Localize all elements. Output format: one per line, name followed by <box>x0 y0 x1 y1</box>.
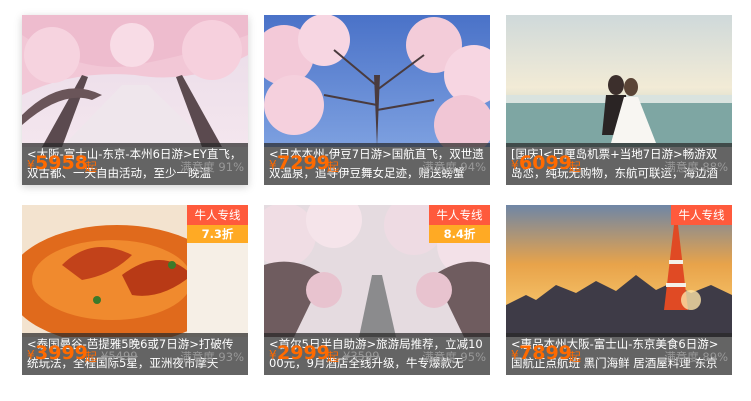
feature-badge: 牛人专线 <box>429 205 490 225</box>
price-row: ¥ 6099 起 满意度 88% <box>506 149 732 179</box>
currency-symbol: ¥ <box>27 348 35 362</box>
price-suffix: 起 <box>85 350 98 364</box>
product-card[interactable]: <大阪-富士山-东京-本州6日游>EY直飞，双古都、一天自由活动，至少一晚温 ¥… <box>22 15 248 185</box>
currency-symbol: ¥ <box>27 158 35 172</box>
price-row: ¥ 5958 起 满意度 91% <box>22 149 248 179</box>
currency-symbol: ¥ <box>511 158 519 172</box>
price-suffix: 起 <box>327 160 340 174</box>
satisfaction-rate: 满意度 89% <box>664 350 728 364</box>
price: 3999 <box>35 342 88 364</box>
price: 5958 <box>35 152 88 174</box>
price: 7899 <box>519 342 572 364</box>
discount-badge: 8.4折 <box>429 225 490 243</box>
price-suffix: 起 <box>85 160 98 174</box>
price-row: ¥ 3999 起 ¥5499 满意度 93% <box>22 339 248 369</box>
product-image[interactable] <box>264 15 490 147</box>
currency-symbol: ¥ <box>511 348 519 362</box>
original-price: ¥3599 <box>343 349 380 363</box>
satisfaction-rate: 满意度 91% <box>180 160 244 174</box>
price: 2999 <box>277 342 330 364</box>
price-row: ¥ 7899 起 满意度 89% <box>506 339 732 369</box>
currency-symbol: ¥ <box>269 158 277 172</box>
original-price: ¥5499 <box>101 349 138 363</box>
satisfaction-rate: 满意度 95% <box>422 350 486 364</box>
product-image[interactable] <box>22 15 248 147</box>
satisfaction-rate: 满意度 88% <box>664 160 728 174</box>
product-card[interactable]: <日本本州-伊豆7日游>国航直飞，双世遗双温泉，追寻伊豆舞女足迹，赠送螃蟹 ¥ … <box>264 15 490 185</box>
satisfaction-rate: 满意度 94% <box>422 160 486 174</box>
product-card[interactable]: 牛人专线 <惠品本州大阪-富士山-东京美食6日游>国航正点航班 黑门海鲜 居酒屋… <box>506 205 732 375</box>
feature-badge: 牛人专线 <box>187 205 248 225</box>
product-card[interactable]: 牛人专线 7.3折 <泰国曼谷-芭提雅5晚6或7日游>打破传统玩法，全程国际5星… <box>22 205 248 375</box>
currency-symbol: ¥ <box>269 348 277 362</box>
price-row: ¥ 2999 起 ¥3599 满意度 95% <box>264 339 490 369</box>
price: 7299 <box>277 152 330 174</box>
product-card[interactable]: [国庆]<巴厘岛机票+当地7日游>畅游双岛恋，纯玩无购物，东航可联运，海边酒 ¥… <box>506 15 732 185</box>
product-card[interactable]: 牛人专线 8.4折 <首尔5日半自助游>旅游局推荐，立减1000元，9月酒店全线… <box>264 205 490 375</box>
price-suffix: 起 <box>569 160 582 174</box>
price-suffix: 起 <box>569 350 582 364</box>
product-image[interactable] <box>506 15 732 147</box>
price-row: ¥ 7299 起 满意度 94% <box>264 149 490 179</box>
discount-badge: 7.3折 <box>187 225 248 243</box>
satisfaction-rate: 满意度 93% <box>180 350 244 364</box>
price: 6099 <box>519 152 572 174</box>
price-suffix: 起 <box>327 350 340 364</box>
feature-badge: 牛人专线 <box>671 205 732 225</box>
